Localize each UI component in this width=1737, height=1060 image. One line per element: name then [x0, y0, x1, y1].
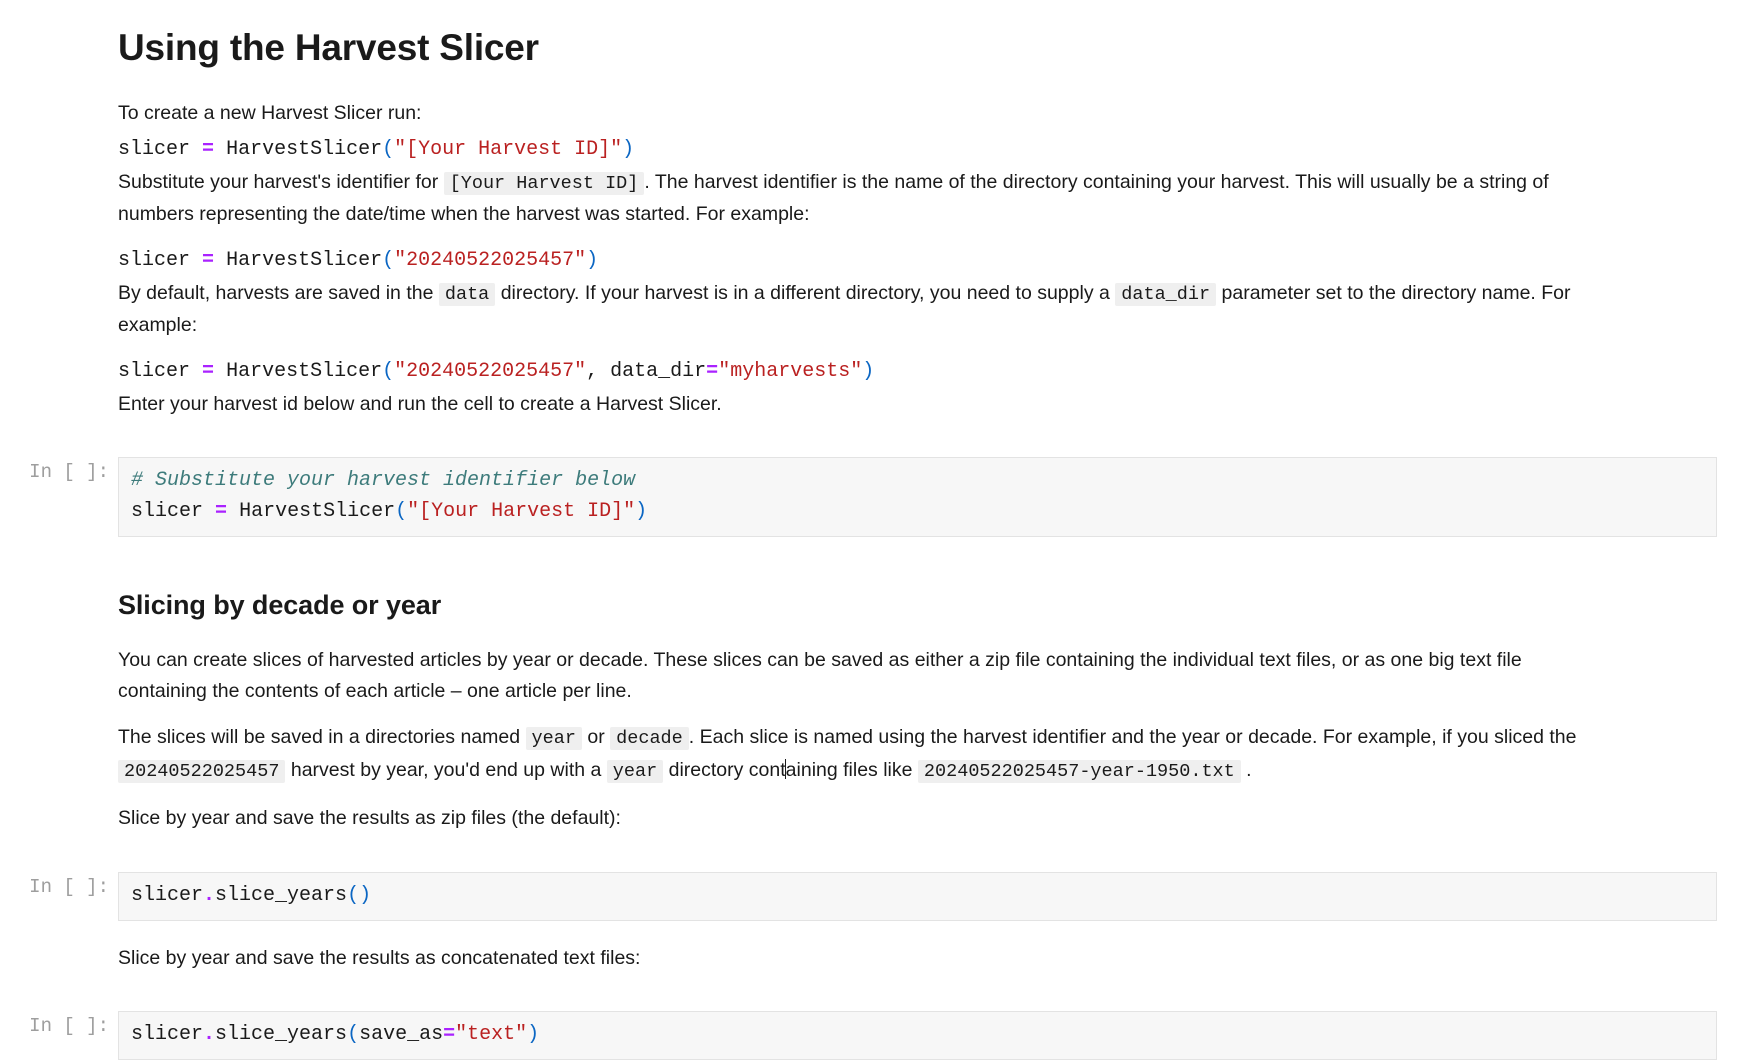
code-parens: ()	[347, 883, 372, 907]
inline-code-data: data	[438, 282, 496, 306]
input-prompt-1: In [ ]:	[29, 461, 109, 484]
code-kwarg-equals: =	[706, 359, 719, 383]
code-paren-open: (	[382, 359, 395, 383]
code-string: "[Your Harvest ID]"	[407, 500, 636, 524]
intro-p1-before: Substitute your harvest's identifier for	[118, 170, 444, 193]
code-source-2[interactable]: slicer.slice_years()	[131, 880, 1704, 911]
code-paren-open: (	[347, 1023, 360, 1047]
markdown-cell-intro[interactable]: Using the Harvest Slicer To create a new…	[0, 8, 1737, 435]
code-example-data-dir: slicer = HarvestSlicer("20240522025457",…	[118, 357, 1590, 387]
inline-code-decade: decade	[610, 727, 689, 751]
intro-paragraph-1: Substitute your harvest's identifier for…	[118, 167, 1590, 230]
code-paren-close: )	[527, 1023, 540, 1047]
code-editor-2[interactable]: slicer.slice_years()	[118, 871, 1717, 921]
inline-code-year: year	[525, 727, 582, 751]
code-dot: .	[203, 883, 216, 907]
code-string: "20240522025457"	[394, 248, 587, 272]
input-prompt-2: In [ ]:	[29, 875, 109, 898]
slicing-p2-a: The slices will be saved in a directorie…	[118, 726, 526, 749]
code-class-name: HarvestSlicer	[226, 137, 383, 161]
section-heading-slicing: Slicing by decade or year	[118, 590, 442, 621]
code-cell-slice-years-zip[interactable]: In [ ]: slicer.slice_years()	[0, 871, 1737, 921]
code-operator: =	[215, 500, 228, 524]
code-string: "[Your Harvest ID]"	[394, 137, 623, 161]
code-cell-slice-years-text[interactable]: In [ ]: slicer.slice_years(save_as="text…	[0, 1011, 1737, 1060]
code-string: "text"	[455, 1023, 528, 1047]
code-comma: ,	[586, 359, 611, 383]
code-var: slicer	[131, 500, 204, 524]
code-var: slicer	[118, 248, 191, 272]
slicing-p2-e-after: aining files like	[785, 758, 918, 781]
code-var: slicer	[118, 137, 191, 161]
notebook-container: Using the Harvest Slicer To create a new…	[0, 0, 1737, 1060]
code-paren-open: (	[382, 137, 395, 161]
slicing-paragraph-4: Slice by year and save the results as co…	[118, 946, 641, 969]
code-paren-close: )	[635, 500, 648, 524]
slicing-p2-d: harvest by year, you'd end up with a	[285, 758, 607, 781]
markdown-body-slicing: Slicing by decade or year You can create…	[118, 559, 1667, 849]
intro-paragraph-2: By default, harvests are saved in the da…	[118, 278, 1590, 341]
code-kwarg-equals: =	[443, 1023, 456, 1047]
inline-code-harvest-number: 20240522025457	[118, 759, 286, 783]
slicing-p2-e-before: directory cont	[663, 758, 786, 781]
code-class-name: HarvestSlicer	[226, 359, 383, 383]
slicing-p2-c: . Each slice is named using the harvest …	[688, 726, 1577, 749]
code-example-basic: slicer = HarvestSlicer("[Your Harvest ID…	[118, 135, 1590, 165]
markdown-cell-text-note[interactable]: Slice by year and save the results as co…	[0, 943, 1737, 990]
slicing-p2-b: or	[581, 726, 611, 749]
code-class-name: HarvestSlicer	[226, 248, 383, 272]
code-paren-close: )	[622, 137, 635, 161]
code-example-with-id: slicer = HarvestSlicer("20240522025457")	[118, 246, 1590, 276]
inline-code-year-dir: year	[606, 759, 664, 783]
slicing-paragraph-1: You can create slices of harvested artic…	[118, 649, 1522, 702]
code-paren-close: )	[862, 359, 875, 383]
code-cell-create-slicer[interactable]: In [ ]: # Substitute your harvest identi…	[0, 457, 1737, 538]
code-method: slice_years	[215, 1023, 348, 1047]
code-object: slicer	[131, 1023, 204, 1047]
code-paren-open: (	[395, 500, 408, 524]
code-comment: # Substitute your harvest identifier bel…	[131, 469, 636, 493]
code-editor-3[interactable]: slicer.slice_years(save_as="text")	[118, 1011, 1717, 1060]
inline-code-slice-filename: 20240522025457-year-1950.txt	[917, 759, 1241, 783]
code-method: slice_years	[215, 883, 348, 907]
code-kwarg: data_dir	[610, 359, 707, 383]
code-class-name: HarvestSlicer	[239, 500, 396, 524]
inline-code-data-dir: data_dir	[1115, 282, 1217, 306]
code-operator: =	[202, 137, 215, 161]
slicing-p2-f: .	[1240, 758, 1252, 781]
page-title: Using the Harvest Slicer	[118, 27, 539, 68]
code-dot: .	[203, 1023, 216, 1047]
code-operator: =	[202, 248, 215, 272]
input-prompt-3: In [ ]:	[29, 1015, 109, 1038]
code-var: slicer	[118, 359, 191, 383]
code-string-dir: "myharvests"	[718, 359, 863, 383]
code-operator: =	[202, 359, 215, 383]
code-object: slicer	[131, 883, 204, 907]
slicing-paragraph-2: The slices will be saved in a directorie…	[118, 722, 1590, 787]
intro-p2-b: directory. If your harvest is in a diffe…	[495, 281, 1116, 304]
markdown-cell-slicing[interactable]: Slicing by decade or year You can create…	[0, 559, 1737, 849]
inline-code-harvest-id: [Your Harvest ID]	[443, 171, 645, 195]
code-editor-1[interactable]: # Substitute your harvest identifier bel…	[118, 457, 1717, 538]
code-source-3[interactable]: slicer.slice_years(save_as="text")	[131, 1019, 1704, 1050]
markdown-body-intro: Using the Harvest Slicer To create a new…	[118, 8, 1667, 435]
code-paren-close: )	[586, 248, 599, 272]
slicing-paragraph-3: Slice by year and save the results as zi…	[118, 807, 621, 830]
intro-p2-a: By default, harvests are saved in the	[118, 281, 439, 304]
intro-lead-text: To create a new Harvest Slicer run:	[118, 102, 422, 125]
code-paren-open: (	[382, 248, 395, 272]
markdown-body-text-note: Slice by year and save the results as co…	[118, 943, 1667, 990]
intro-paragraph-3: Enter your harvest id below and run the …	[118, 392, 722, 415]
code-string-id: "20240522025457"	[394, 359, 587, 383]
code-source-1[interactable]: # Substitute your harvest identifier bel…	[131, 465, 1704, 527]
code-kwarg: save_as	[359, 1023, 444, 1047]
